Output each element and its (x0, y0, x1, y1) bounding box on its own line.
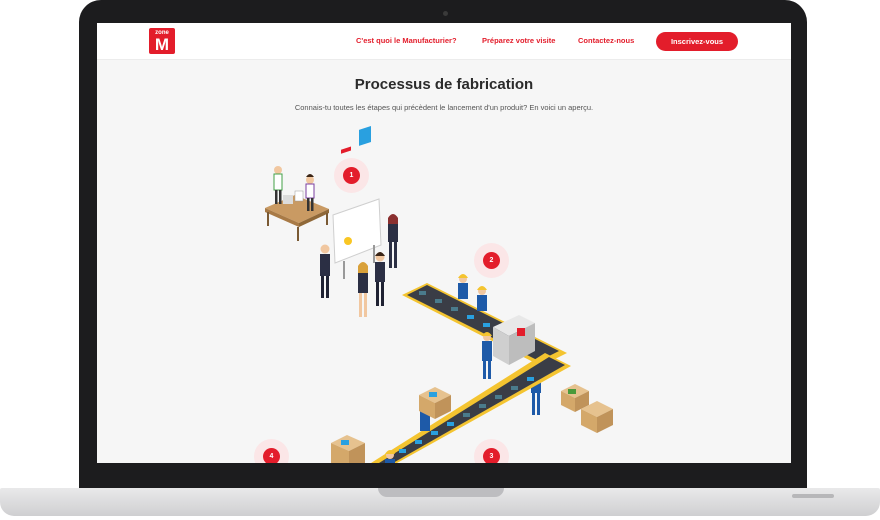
browser-screen: zone M C'est quoi le Manufacturier? Prép… (97, 23, 791, 463)
step-number: 1 (343, 167, 360, 184)
cardboard-boxes (331, 384, 613, 463)
step-number: 2 (483, 252, 500, 269)
whiteboard-scene (320, 125, 398, 317)
step-number: 4 (263, 448, 280, 463)
manufacturing-illustration (265, 125, 613, 463)
laptop-slot (792, 494, 834, 498)
step-marker-1: 1 (334, 158, 369, 193)
laptop-notch (378, 488, 504, 497)
step-marker-2: 2 (474, 243, 509, 278)
step-number: 3 (483, 448, 500, 463)
design-table-scene (265, 166, 329, 241)
assembly-line-scene (371, 274, 571, 463)
camera-dot (443, 11, 448, 16)
